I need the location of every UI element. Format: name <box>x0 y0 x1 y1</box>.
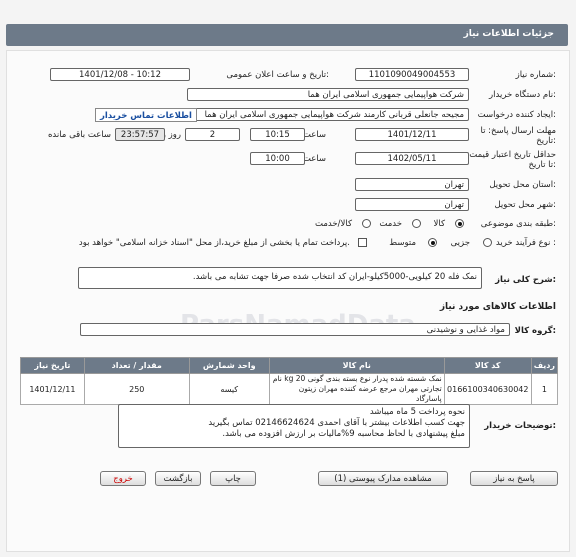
process-option-minor: جزیی <box>450 238 470 248</box>
category-option-goods-service: کالا/خدمت <box>315 219 352 229</box>
category-option-service: خدمت <box>379 219 402 229</box>
deadline-time-label: ساعت <box>302 130 326 140</box>
city-label: شهر محل تحویل: <box>494 200 556 210</box>
buyer-org-label: نام دستگاه خریدار: <box>489 90 556 100</box>
notes-line: نحوه پرداخت 5 ماه میباشد <box>369 407 465 417</box>
notes-line: جهت کسب اطلاعات بیشتر با آقای احمدی 0214… <box>208 418 465 428</box>
page-title: جزئیات اطلاعات نیاز <box>463 29 554 39</box>
announce-field: 1401/12/08 - 10:12 <box>50 68 190 81</box>
price-validity-date-field: 1402/05/11 <box>355 152 469 165</box>
notes-field: نحوه پرداخت 5 ماه میباشد جهت کسب اطلاعات… <box>118 404 470 448</box>
category-radio-goods-service[interactable] <box>362 219 371 228</box>
payment-note: پرداخت تمام یا بخشی از مبلغ خرید،از محل … <box>78 238 350 248</box>
notes-label: توضیحات خریدار: <box>484 421 556 431</box>
process-radio-minor[interactable] <box>483 238 492 247</box>
cell-unit: کیسه <box>188 373 270 405</box>
price-validity-label: حداقل تاریخ اعتبار قیمت: تا تاریخ: <box>466 150 556 170</box>
col-row: ردیف <box>530 357 559 374</box>
summary-label: شرح کلی نیاز: <box>495 275 556 285</box>
city-field: تهران <box>355 198 469 211</box>
category-option-goods: کالا <box>433 219 445 229</box>
page-header: جزئیات اطلاعات نیاز <box>6 24 568 46</box>
col-date: تاریخ نیاز <box>20 357 85 374</box>
need-number-field: 1101090049004553 <box>355 68 469 81</box>
buyer-contact-link[interactable]: اطلاعات تماس خریدار <box>95 108 197 122</box>
notes-line: مبلغ پیشنهادی با لحاظ محاسبه 9%مالیات بر… <box>222 429 465 439</box>
category-label: طبقه بندی موضوعی: <box>480 219 556 229</box>
creator-field: مجیحه جانعلی قربانی کارمند شرکت هواپیمای… <box>187 108 469 121</box>
cell-row: 1 <box>530 373 559 405</box>
creator-label: ایجاد کننده درخواست: <box>477 110 556 120</box>
cell-date: 1401/12/11 <box>20 373 85 405</box>
remaining-label: ساعت باقی مانده <box>47 130 111 140</box>
col-qty: مقدار / تعداد <box>83 357 190 374</box>
remaining-time-field: 23:57:57 <box>115 128 165 141</box>
category-radio-goods[interactable] <box>455 219 464 228</box>
print-button[interactable]: چاپ <box>210 471 256 486</box>
goods-group-field: مواد غذایی و نوشیدنی <box>80 323 510 336</box>
reply-button[interactable]: پاسخ به نیاز <box>470 471 558 486</box>
col-name: نام کالا <box>268 357 445 374</box>
price-validity-time-field: 10:00 <box>250 152 305 165</box>
goods-info-title: اطلاعات کالاهای مورد نیاز <box>439 302 556 312</box>
days-field: 2 <box>185 128 240 141</box>
treasury-payment-checkbox[interactable] <box>358 238 367 247</box>
goods-group-label: گروه کالا: <box>514 326 556 336</box>
col-code: کد کالا <box>443 357 532 374</box>
exit-button[interactable]: خروج <box>100 471 146 486</box>
province-label: استان محل تحویل: <box>489 180 556 190</box>
attachments-button[interactable]: مشاهده مدارک پیوستی (1) <box>318 471 448 486</box>
need-number-label: شماره نیاز: <box>515 70 556 80</box>
summary-field: نمک فله 20 کیلویی-5000کیلو-ایران کد انتخ… <box>78 267 482 289</box>
cell-qty: 250 <box>83 373 190 405</box>
back-button[interactable]: بازگشت <box>155 471 201 486</box>
col-unit: واحد شمارش <box>188 357 270 374</box>
process-radio-medium[interactable] <box>428 238 437 247</box>
deadline-label: مهلت ارسال پاسخ: تا تاریخ: <box>480 126 556 146</box>
cell-code: 0166100340630042 <box>443 373 532 405</box>
deadline-time-field: 10:15 <box>250 128 305 141</box>
deadline-date-field: 1401/12/11 <box>355 128 469 141</box>
province-field: تهران <box>355 178 469 191</box>
cell-name: نمک شسته شده پدرار نوع بسته بندی گونی 20… <box>268 373 445 405</box>
announce-label: تاریخ و ساعت اعلان عمومی: <box>226 70 329 80</box>
buyer-org-field: شرکت هواپیمایی جمهوری اسلامی ایران هما <box>187 88 469 101</box>
category-radio-service[interactable] <box>412 219 421 228</box>
table-row[interactable]: 1 0166100340630042 نمک شسته شده پدرار نو… <box>20 373 559 405</box>
process-label: نوع فرآیند خرید : <box>495 238 556 248</box>
process-option-medium: متوسط <box>389 238 416 248</box>
price-validity-time-label: ساعت <box>302 154 326 164</box>
goods-table: ردیف کد کالا نام کالا واحد شمارش مقدار /… <box>20 357 559 405</box>
